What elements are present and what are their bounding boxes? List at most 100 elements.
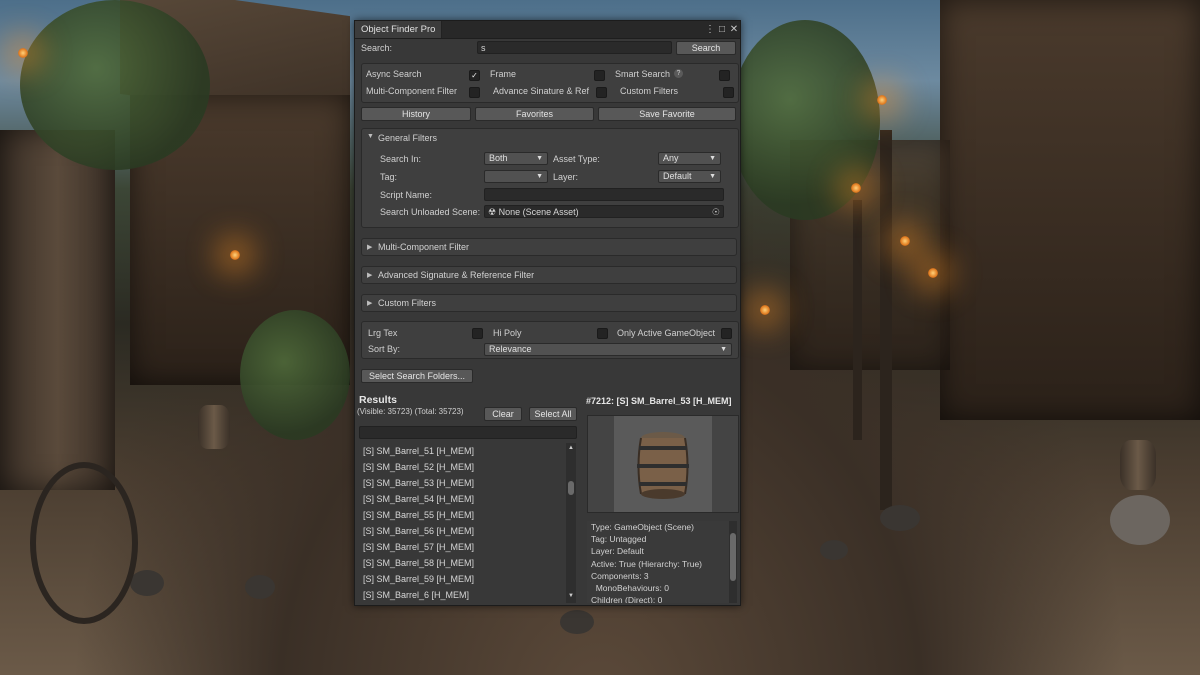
custom-filters-label: Custom Filters	[620, 86, 679, 96]
expand-arrow-icon: ▶	[367, 272, 373, 279]
frame-label: Frame	[490, 69, 517, 79]
maximize-icon[interactable]: □	[716, 21, 728, 38]
barrel	[1120, 440, 1156, 490]
chevron-down-icon: ▼	[536, 155, 543, 162]
asset-type-label: Asset Type:	[553, 154, 600, 164]
history-button[interactable]: History	[361, 107, 471, 121]
hi-poly-checkbox[interactable]	[597, 328, 608, 339]
help-icon[interactable]: ?	[674, 69, 683, 78]
object-preview	[587, 415, 739, 513]
torch-fire	[851, 183, 861, 193]
results-title: Results	[359, 394, 397, 406]
unloaded-scene-field[interactable]: ☢ None (Scene Asset) ☉	[484, 205, 724, 218]
scene-asset-icon: ☢	[488, 207, 497, 217]
torch-fire	[760, 305, 770, 315]
results-scrollbar[interactable]: ▲ ▼	[566, 443, 576, 603]
torch-post	[880, 130, 892, 510]
select-search-folders-button[interactable]: Select Search Folders...	[361, 369, 473, 383]
rock	[245, 575, 275, 599]
select-all-button[interactable]: Select All	[529, 407, 577, 421]
advance-signature-checkbox[interactable]	[596, 87, 607, 98]
search-in-value: Both	[489, 153, 508, 163]
lrg-tex-checkbox[interactable]	[472, 328, 483, 339]
asset-type-dropdown[interactable]: Any ▼	[658, 152, 721, 165]
tag-label: Tag:	[380, 172, 398, 182]
frame-checkbox[interactable]	[594, 70, 605, 81]
result-item[interactable]: [S] SM_Barrel_57 [H_MEM]	[357, 539, 578, 555]
torch-fire	[877, 95, 887, 105]
custom-filters-checkbox[interactable]	[723, 87, 734, 98]
multi-component-filter-checkbox[interactable]	[469, 87, 480, 98]
asset-type-value: Any	[663, 153, 679, 163]
detail-line: Active: True (Hierarchy: True)	[591, 558, 703, 569]
result-item[interactable]: [S] SM_Barrel_52 [H_MEM]	[357, 459, 578, 475]
object-details: Type: GameObject (Scene) Tag: Untagged Lay…	[587, 521, 737, 603]
chevron-down-icon: ▼	[536, 173, 543, 180]
hi-poly-label: Hi Poly	[493, 328, 522, 338]
general-filters-expand-icon[interactable]: ▼	[367, 133, 374, 140]
selected-object-title: #7212: [S] SM_Barrel_53 [H_MEM]	[586, 396, 732, 406]
foldout-label: Advanced Signature & Reference Filter	[378, 270, 535, 280]
result-item[interactable]: [S] SM_Barrel_53 [H_MEM]	[357, 475, 578, 491]
rock	[880, 505, 920, 531]
scroll-up-icon[interactable]: ▲	[568, 445, 574, 451]
barrel-preview-image	[637, 432, 689, 499]
scrollbar-thumb[interactable]	[568, 481, 574, 495]
detail-line: Type: GameObject (Scene)	[591, 522, 694, 532]
advanced-signature-foldout[interactable]: ▶ Advanced Signature & Reference Filter	[361, 266, 737, 284]
multi-component-filter-label: Multi-Component Filter	[366, 86, 458, 96]
tree	[20, 0, 210, 170]
window-tab[interactable]: Object Finder Pro	[355, 21, 443, 38]
favorites-button[interactable]: Favorites	[475, 107, 594, 121]
search-input[interactable]: s	[477, 41, 672, 54]
results-counts: (Visible: 35723) (Total: 35723)	[357, 407, 464, 416]
chevron-down-icon: ▼	[709, 173, 716, 180]
sort-by-value: Relevance	[489, 344, 532, 354]
sort-by-dropdown[interactable]: Relevance ▼	[484, 343, 732, 356]
script-name-input[interactable]	[484, 188, 724, 201]
general-filters-title[interactable]: General Filters	[378, 133, 437, 143]
fence-left	[0, 130, 115, 490]
script-name-label: Script Name:	[380, 190, 433, 200]
scroll-down-icon[interactable]: ▼	[568, 593, 574, 599]
scrollbar-thumb[interactable]	[730, 533, 736, 581]
layer-value: Default	[663, 171, 692, 181]
multi-component-filter-foldout[interactable]: ▶ Multi-Component Filter	[361, 238, 737, 256]
rock	[1110, 495, 1170, 545]
result-item[interactable]: [S] SM_Barrel_56 [H_MEM]	[357, 523, 578, 539]
details-scrollbar[interactable]	[729, 521, 737, 603]
foldout-label: Custom Filters	[378, 298, 437, 308]
async-search-checkbox[interactable]: ✓	[469, 70, 480, 81]
chevron-down-icon: ▼	[709, 155, 716, 162]
lrg-tex-label: Lrg Tex	[368, 328, 398, 338]
search-button[interactable]: Search	[676, 41, 736, 55]
object-picker-icon[interactable]: ☉	[712, 206, 720, 217]
result-item[interactable]: [S] SM_Barrel_51 [H_MEM]	[357, 443, 578, 459]
advance-signature-label: Advance Sinature & Ref	[493, 86, 590, 96]
kebab-menu-icon[interactable]: ⋮	[704, 21, 716, 38]
results-filter-input[interactable]	[359, 426, 577, 439]
rock	[820, 540, 848, 560]
tag-dropdown[interactable]: ▼	[484, 170, 548, 183]
custom-filters-foldout[interactable]: ▶ Custom Filters	[361, 294, 737, 312]
expand-arrow-icon: ▶	[367, 300, 373, 307]
tree	[240, 310, 350, 440]
save-favorite-button[interactable]: Save Favorite	[598, 107, 736, 121]
only-active-checkbox[interactable]	[721, 328, 732, 339]
result-item[interactable]: [S] SM_Barrel_54 [H_MEM]	[357, 491, 578, 507]
detail-line: Components: 3	[591, 570, 649, 581]
rock	[560, 610, 594, 634]
result-item[interactable]: [S] SM_Barrel_6 [H_MEM]	[357, 587, 578, 603]
extra-filters-panel: Lrg Tex Hi Poly Only Active GameObject S…	[361, 321, 739, 359]
result-item[interactable]: [S] SM_Barrel_59 [H_MEM]	[357, 571, 578, 587]
smart-search-checkbox[interactable]	[719, 70, 730, 81]
search-in-dropdown[interactable]: Both ▼	[484, 152, 548, 165]
detail-line: Tag: Untagged	[591, 534, 647, 545]
layer-dropdown[interactable]: Default ▼	[658, 170, 721, 183]
result-item[interactable]: [S] SM_Barrel_55 [H_MEM]	[357, 507, 578, 523]
torch-post	[853, 200, 862, 440]
close-icon[interactable]: ✕	[728, 21, 740, 38]
clear-button[interactable]: Clear	[484, 407, 522, 421]
window-titlebar: Object Finder Pro ⋮ □ ✕	[355, 21, 740, 39]
result-item[interactable]: [S] SM_Barrel_58 [H_MEM]	[357, 555, 578, 571]
